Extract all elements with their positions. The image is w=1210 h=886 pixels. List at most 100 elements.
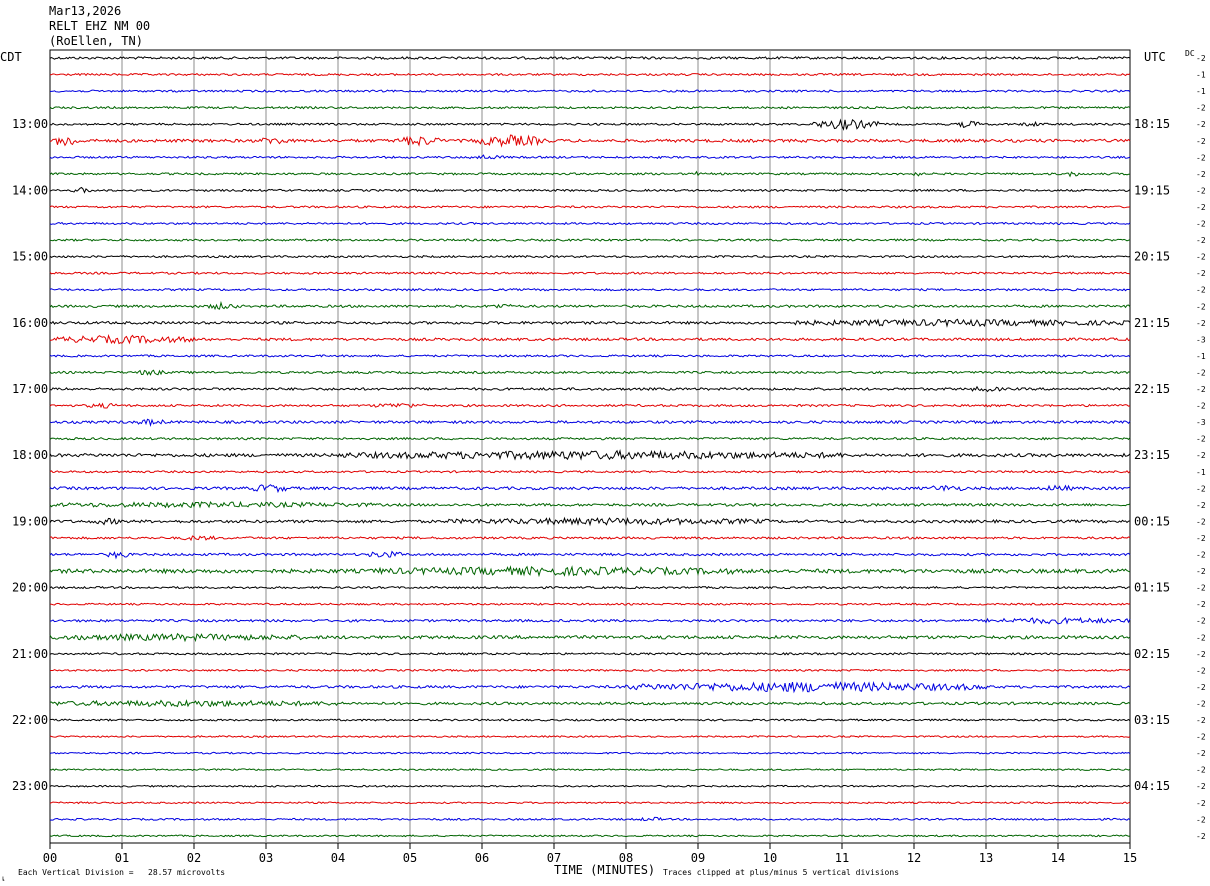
dc-offset-label: -2 bbox=[1196, 501, 1206, 510]
dc-offset-label: -2 bbox=[1196, 666, 1206, 675]
dc-offset-label: -2 bbox=[1196, 137, 1206, 146]
seismic-trace bbox=[49, 585, 1131, 590]
seismic-trace bbox=[49, 632, 1131, 643]
x-tick-label: 03 bbox=[259, 851, 273, 865]
dc-offset-label: -2 bbox=[1196, 451, 1206, 460]
seismic-trace bbox=[49, 668, 1131, 672]
seismic-trace bbox=[49, 516, 1131, 527]
seismic-trace bbox=[49, 170, 1131, 178]
right-hour-label: 18:15 bbox=[1134, 117, 1170, 131]
seismic-trace bbox=[49, 354, 1131, 358]
left-hour-label: 19:00 bbox=[12, 514, 48, 528]
x-tick-label: 14 bbox=[1051, 851, 1065, 865]
grid-layer bbox=[49, 49, 1131, 849]
seismic-trace bbox=[49, 616, 1131, 625]
x-tick-label: 04 bbox=[331, 851, 345, 865]
dc-offset-label: -2 bbox=[1196, 220, 1206, 229]
seismic-trace bbox=[49, 300, 1131, 311]
right-hour-label: 01:15 bbox=[1134, 581, 1170, 595]
left-hour-label: 17:00 bbox=[12, 382, 48, 396]
x-tick-label: 00 bbox=[43, 851, 57, 865]
dc-offset-label: -2 bbox=[1196, 551, 1206, 560]
seismic-trace bbox=[49, 186, 1131, 194]
seismic-trace bbox=[49, 72, 1131, 77]
x-tick-label: 05 bbox=[403, 851, 417, 865]
dc-offset-label: -2 bbox=[1196, 650, 1206, 659]
seismic-trace bbox=[49, 484, 1131, 494]
right-hour-label: 22:15 bbox=[1134, 382, 1170, 396]
seismic-trace bbox=[49, 89, 1131, 93]
dc-offset-label: -2 bbox=[1196, 484, 1206, 493]
dc-offset-label: -2 bbox=[1196, 435, 1206, 444]
right-hour-label: 20:15 bbox=[1134, 250, 1170, 264]
seismic-trace bbox=[49, 154, 1131, 160]
dc-offset-label: -2 bbox=[1196, 517, 1206, 526]
dc-offset-label: -3 bbox=[1196, 335, 1206, 344]
seismic-trace bbox=[49, 801, 1131, 805]
dc-offset-label: -2 bbox=[1196, 766, 1206, 775]
seismic-trace bbox=[49, 834, 1131, 838]
right-hour-label: 04:15 bbox=[1134, 779, 1170, 793]
seismic-trace bbox=[49, 55, 1131, 60]
dc-offset-label: -2 bbox=[1196, 832, 1206, 841]
dc-offset-label: -2 bbox=[1196, 236, 1206, 245]
x-tick-label: 12 bbox=[907, 851, 921, 865]
dc-offset-label: -2 bbox=[1196, 799, 1206, 808]
seismic-trace bbox=[49, 768, 1131, 772]
dc-offset-label: -2 bbox=[1196, 749, 1206, 758]
left-hour-label: 23:00 bbox=[12, 779, 48, 793]
right-hour-label: 03:15 bbox=[1134, 713, 1170, 727]
dc-offset-label: -2 bbox=[1196, 153, 1206, 162]
dc-offset-label: -2 bbox=[1196, 534, 1206, 543]
dc-offset-label: -2 bbox=[1196, 385, 1206, 394]
seismic-trace bbox=[49, 699, 1131, 708]
x-tick-label: 01 bbox=[115, 851, 129, 865]
scale-note: Each Vertical Division = 28.57 microvolt… bbox=[18, 868, 226, 877]
dc-offset-label: -2 bbox=[1196, 733, 1206, 742]
left-hour-label: 14:00 bbox=[12, 183, 48, 197]
left-hour-label: 16:00 bbox=[12, 316, 48, 330]
seismic-trace bbox=[49, 333, 1131, 345]
x-tick-label: 09 bbox=[691, 851, 705, 865]
seismic-trace bbox=[49, 221, 1131, 226]
seismic-trace bbox=[49, 565, 1131, 578]
dc-offset-label: -2 bbox=[1196, 319, 1206, 328]
x-tick-label: 10 bbox=[763, 851, 777, 865]
x-axis-title: TIME (MINUTES) bbox=[554, 863, 656, 877]
dc-offset-label: -1 bbox=[1196, 352, 1206, 361]
seismic-trace bbox=[49, 385, 1131, 393]
plot-frame bbox=[49, 49, 1131, 844]
dc-offset-label: -2 bbox=[1196, 716, 1206, 725]
seismic-trace bbox=[49, 254, 1131, 259]
seismic-trace bbox=[49, 418, 1131, 427]
left-hour-label: 18:00 bbox=[12, 448, 48, 462]
dc-offset-label: -2 bbox=[1196, 203, 1206, 212]
dc-offset-label: -2 bbox=[1196, 617, 1206, 626]
seismic-trace bbox=[49, 105, 1131, 110]
seismic-trace bbox=[49, 238, 1131, 242]
seismic-trace bbox=[49, 318, 1131, 328]
dc-offset-label: -2 bbox=[1196, 269, 1206, 278]
clip-note: Traces clipped at plus/minus 5 vertical … bbox=[663, 868, 900, 877]
left-hour-label: 15:00 bbox=[12, 250, 48, 264]
right-hour-label: 02:15 bbox=[1134, 647, 1170, 661]
dc-offset-label: -2 bbox=[1196, 402, 1206, 411]
x-tick-label: 13 bbox=[979, 851, 993, 865]
left-hour-label: 13:00 bbox=[12, 117, 48, 131]
seismic-trace bbox=[49, 735, 1131, 738]
dc-offset-label: -1 bbox=[1196, 468, 1206, 477]
seismic-trace bbox=[49, 469, 1131, 474]
dc-offset-label: -2 bbox=[1196, 567, 1206, 576]
dc-offset-label: -2 bbox=[1196, 683, 1206, 692]
dc-offset-label: -2 bbox=[1196, 170, 1206, 179]
x-tick-label: 11 bbox=[835, 851, 849, 865]
seismic-trace bbox=[49, 550, 1131, 560]
dc-offset-label: -2 bbox=[1196, 633, 1206, 642]
dc-offset-label: -2 bbox=[1196, 186, 1206, 195]
seismic-trace bbox=[49, 271, 1131, 275]
dc-offset-label: -2 bbox=[1196, 286, 1206, 295]
dc-offset-label: -2 bbox=[1196, 584, 1206, 593]
x-tick-label: 02 bbox=[187, 851, 201, 865]
helicorder-plot: 00 01 02 03 04 05 06 07 08 09 10 11 12 13 14 15-2-1-1-2… bbox=[12, 49, 1206, 865]
seismic-trace bbox=[49, 500, 1131, 509]
